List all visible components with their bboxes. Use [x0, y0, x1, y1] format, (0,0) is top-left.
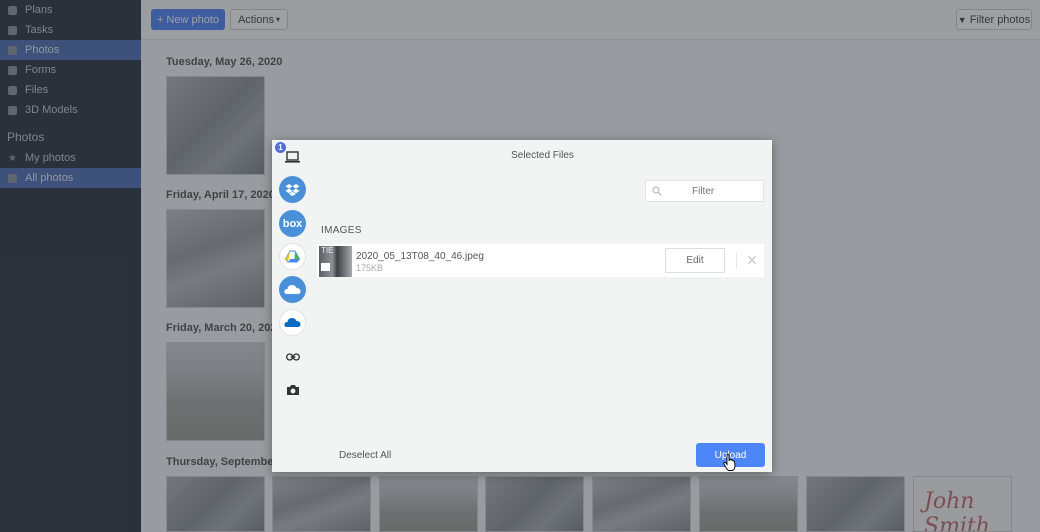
hand-cursor-icon: [723, 454, 736, 471]
filter-field[interactable]: [645, 180, 764, 202]
close-icon[interactable]: ✕: [745, 252, 759, 268]
images-section-label: IMAGES: [321, 225, 362, 236]
device-source[interactable]: [279, 143, 306, 170]
onedrive-business-icon: [284, 318, 301, 327]
google-drive-source[interactable]: [279, 243, 306, 270]
dropbox-icon: [285, 183, 300, 196]
file-size: 175KB: [356, 263, 384, 273]
camera-source[interactable]: [279, 376, 306, 403]
onedrive-business-source[interactable]: [279, 309, 306, 336]
link-icon: [285, 352, 300, 361]
box-source[interactable]: box: [279, 210, 306, 237]
file-thumbnail: TIE: [319, 246, 352, 277]
deselect-all-link[interactable]: Deselect All: [339, 450, 391, 461]
thumbnail-mark-icon: [321, 263, 330, 271]
onedrive-icon: [284, 285, 301, 294]
file-name: 2020_05_13T08_40_46.jpeg: [356, 251, 484, 262]
search-icon: [652, 186, 662, 196]
onedrive-source[interactable]: [279, 276, 306, 303]
camera-icon: [286, 384, 299, 395]
divider: [736, 253, 737, 268]
filter-input[interactable]: [692, 185, 762, 197]
edit-button[interactable]: Edit: [665, 248, 725, 273]
dropbox-source[interactable]: [279, 176, 306, 203]
source-list: 1 box: [272, 140, 313, 472]
link-source[interactable]: [279, 343, 306, 370]
file-picker-modal: 1 box Selected Files Filter IMAGES TIE 2…: [272, 140, 772, 472]
google-drive-icon: [285, 250, 300, 263]
modal-title: Selected Files: [511, 150, 574, 161]
selected-file-row: TIE 2020_05_13T08_40_46.jpeg 175KB Edit …: [317, 244, 764, 277]
thumbnail-text: TIE: [321, 246, 334, 255]
box-icon: box: [282, 217, 303, 230]
laptop-icon: [285, 150, 300, 163]
